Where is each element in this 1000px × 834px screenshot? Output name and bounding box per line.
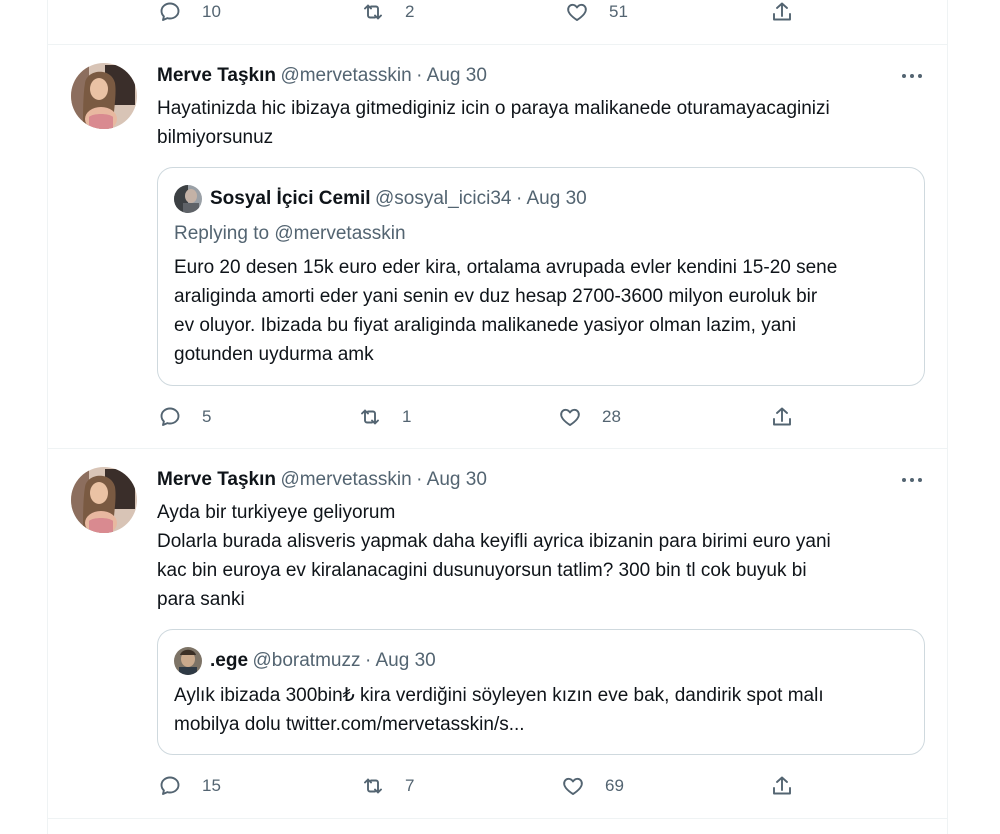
tweet-header: Merve Taşkın @mervetasskin · Aug 30	[157, 64, 487, 89]
avatar-image	[71, 467, 137, 533]
like-count: 51	[609, 2, 628, 21]
quote-author-handle: @sosyal_icici34	[374, 188, 512, 209]
quote-avatar	[174, 647, 202, 675]
share-button[interactable]	[770, 405, 794, 429]
replying-to-handle[interactable]: @mervetasskin	[274, 223, 405, 244]
tweet-text-line: Ayda bir turkiyeye geliyorum	[157, 502, 396, 523]
like-button[interactable]: 51	[565, 0, 628, 24]
avatar[interactable]	[71, 63, 137, 129]
quote-author-name: Sosyal İçici Cemil	[210, 188, 371, 209]
retweet-button[interactable]: 1	[358, 405, 411, 429]
share-button[interactable]	[770, 0, 794, 24]
quote-header: Sosyal İçici Cemil @sosyal_icici34 · Aug…	[210, 187, 587, 212]
share-button[interactable]	[770, 774, 794, 798]
reply-button[interactable]: 10	[158, 0, 221, 24]
share-icon	[773, 776, 791, 795]
retweet-icon	[361, 409, 379, 425]
tweet-text: Hayatinizda hic ibizaya gitmediginiz ici…	[157, 94, 830, 152]
reply-button[interactable]: 15	[158, 774, 221, 798]
replying-to: Replying to @mervetasskin	[174, 222, 406, 246]
replying-to-label: Replying to	[174, 223, 275, 244]
tweet-header: Merve Taşkın @mervetasskin · Aug 30	[157, 468, 487, 493]
retweet-count: 1	[402, 407, 412, 426]
reply-icon	[160, 776, 180, 795]
quoted-tweet[interactable]: .ege @boratmuzz · Aug 30 Aylık ibizada 3…	[157, 629, 925, 755]
author-name[interactable]: Merve Taşkın	[157, 469, 276, 490]
quote-text-line: Aylık ibizada 300bin₺ kira verdiğini söy…	[174, 685, 824, 706]
quote-avatar-image	[174, 185, 202, 213]
share-icon	[773, 407, 791, 426]
retweet-icon	[364, 778, 382, 794]
tweet-actions: 5 1 28	[48, 405, 947, 433]
share-icon	[773, 2, 791, 21]
retweet-count: 2	[405, 2, 415, 21]
quote-text-line: gotunden uydurma amk	[174, 344, 374, 365]
like-icon	[567, 3, 587, 21]
divider	[48, 44, 947, 45]
tweet-date[interactable]: · Aug 30	[416, 469, 487, 490]
author-handle[interactable]: @mervetasskin	[280, 65, 411, 86]
top-tweet-actions: 10 2 51	[48, 0, 947, 28]
reply-button[interactable]: 5	[158, 405, 211, 429]
tweet-text: Ayda bir turkiyeye geliyorum Dolarla bur…	[157, 498, 831, 614]
tweet-text-line: Hayatinizda hic ibizaya gitmediginiz ici…	[157, 98, 830, 119]
quote-date: · Aug 30	[364, 650, 436, 671]
quote-text-line: mobilya dolu twitter.com/mervetasskin/s.…	[174, 714, 525, 735]
quote-text-line: Euro 20 desen 15k euro eder kira, ortala…	[174, 257, 838, 278]
divider	[48, 818, 947, 819]
quote-text-line: ev oluyor. Ibizada bu fiyat araliginda m…	[174, 315, 797, 336]
tweet-text-line: Dolarla burada alisveris yapmak daha key…	[157, 531, 831, 552]
more-button[interactable]	[900, 468, 924, 492]
quote-header: .ege @boratmuzz · Aug 30	[210, 649, 436, 674]
quote-avatar	[174, 185, 202, 213]
reply-count: 10	[202, 2, 221, 21]
author-name[interactable]: Merve Taşkın	[157, 65, 276, 86]
quote-author-handle: @boratmuzz	[252, 650, 361, 671]
retweet-icon	[364, 4, 382, 20]
tweet-text-line: bilmiyorsunuz	[157, 127, 274, 148]
divider	[48, 448, 947, 449]
quoted-tweet[interactable]: Sosyal İçici Cemil @sosyal_icici34 · Aug…	[157, 167, 925, 386]
like-count: 69	[605, 776, 624, 795]
reply-count: 5	[202, 407, 212, 426]
retweet-button[interactable]: 2	[361, 0, 414, 24]
like-button[interactable]: 28	[558, 405, 621, 429]
quote-date: · Aug 30	[515, 188, 587, 209]
like-button[interactable]: 69	[561, 774, 624, 798]
tweet-actions: 15 7 69	[48, 774, 947, 802]
reply-icon	[160, 2, 180, 21]
tweet-text-line: kac bin euroya ev kiralanacagini dusunuy…	[157, 560, 807, 581]
like-icon	[560, 408, 580, 426]
tweet-date[interactable]: · Aug 30	[416, 65, 487, 86]
timeline: 10 2 51 Merve Taşkın @mervetasskin · Aug…	[47, 0, 948, 834]
like-count: 28	[602, 407, 621, 426]
tweet-text-line: para sanki	[157, 589, 245, 610]
more-button[interactable]	[900, 64, 924, 88]
quote-avatar-image	[174, 647, 202, 675]
author-handle[interactable]: @mervetasskin	[280, 469, 411, 490]
reply-count: 15	[202, 776, 221, 795]
like-icon	[563, 777, 583, 795]
quote-text-line: araliginda amorti eder yani senin ev duz…	[174, 286, 818, 307]
avatar[interactable]	[71, 467, 137, 533]
avatar-image	[71, 63, 137, 129]
quote-text: Euro 20 desen 15k euro eder kira, ortala…	[174, 253, 837, 369]
retweet-button[interactable]: 7	[361, 774, 414, 798]
quote-text: Aylık ibizada 300bin₺ kira verdiğini söy…	[174, 681, 824, 739]
retweet-count: 7	[405, 776, 415, 795]
quote-author-name: .ege	[210, 650, 249, 671]
reply-icon	[160, 407, 180, 426]
